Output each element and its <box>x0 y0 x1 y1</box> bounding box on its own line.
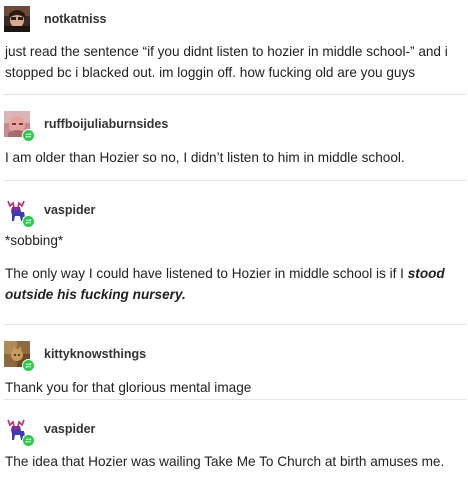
post-vaspider: vaspider The idea that Hozier was wailin… <box>0 400 468 480</box>
reblog-icon <box>22 359 35 372</box>
avatar[interactable] <box>4 416 35 447</box>
post-vaspider: vaspider *sobbing* The only way I could … <box>0 181 468 324</box>
reblog-icon <box>22 215 35 228</box>
username[interactable]: kittyknowsthings <box>44 347 146 361</box>
avatar[interactable] <box>4 197 35 228</box>
avatar[interactable] <box>4 341 35 372</box>
reblog-icon <box>22 434 35 447</box>
username[interactable]: ruffboijuliaburnsides <box>44 117 168 131</box>
post-body: The idea that Hozier was wailing Take Me… <box>5 454 445 469</box>
post-header: vaspider <box>4 194 464 228</box>
reblog-icon <box>22 129 35 142</box>
photo-avatar-icon <box>4 6 30 32</box>
post-body: I am older than Hozier so no, I didn’t l… <box>5 150 405 165</box>
post-body: just read the sentence “if you didnt lis… <box>5 44 448 80</box>
post-header: vaspider <box>4 413 464 447</box>
reblog-thread: notkatniss just read the sentence “if yo… <box>0 0 468 480</box>
post-header: ruffboijuliaburnsides <box>4 108 464 142</box>
avatar[interactable] <box>4 111 35 142</box>
post-paragraph: *sobbing* <box>5 233 64 248</box>
post-body: Thank you for that glorious mental image <box>5 380 252 395</box>
post-header: kittyknowsthings <box>4 338 464 372</box>
post-body: *sobbing* The only way I could have list… <box>4 230 464 305</box>
post-kittyknowsthings: kittyknowsthings Thank you for that glor… <box>0 325 468 399</box>
post-header: notkatniss <box>4 3 464 35</box>
text-fragment: The only way I could have listened to Ho… <box>5 266 408 281</box>
avatar[interactable] <box>4 6 30 32</box>
post-ruffboijuliaburnsides: ruffboijuliaburnsides I am older than Ho… <box>0 95 468 180</box>
post-notkatniss: notkatniss just read the sentence “if yo… <box>0 0 468 94</box>
username[interactable]: vaspider <box>44 422 95 436</box>
username[interactable]: vaspider <box>44 203 95 217</box>
post-paragraph: The only way I could have listened to Ho… <box>5 263 464 305</box>
username[interactable]: notkatniss <box>44 12 107 26</box>
